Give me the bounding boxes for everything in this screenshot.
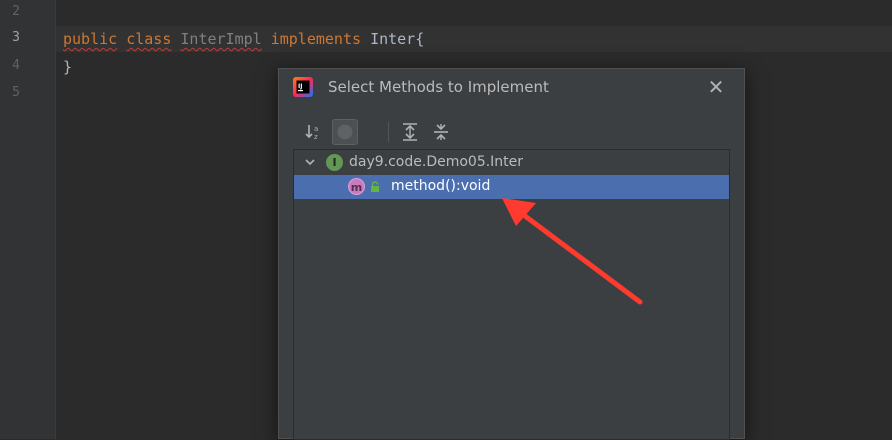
line-number-current: 3	[12, 30, 20, 45]
show-classes-toggle[interactable]	[332, 119, 358, 145]
keyword-implements: implements	[270, 30, 362, 48]
dialog-title-bar[interactable]: IJ Select Methods to Implement ✕	[279, 69, 744, 105]
line-number: 2	[12, 4, 20, 19]
methods-tree[interactable]: I day9.code.Demo05.Inter m method():void	[293, 149, 730, 440]
expand-all-button[interactable]	[397, 119, 423, 145]
interface-icon: I	[326, 154, 343, 171]
code-line-class-declaration[interactable]: public class InterImpl implements Inter{	[63, 26, 424, 52]
expand-all-icon	[403, 123, 417, 141]
chevron-down-icon[interactable]	[304, 156, 316, 168]
show-classes-icon	[337, 124, 353, 140]
svg-text:a: a	[314, 125, 318, 133]
interface-label: day9.code.Demo05.Inter	[349, 154, 524, 170]
interface-name: Inter	[370, 30, 416, 48]
open-brace: {	[415, 30, 425, 48]
line-number: 4	[12, 58, 20, 73]
collapse-all-icon	[434, 124, 448, 140]
method-label: method():void	[391, 178, 491, 194]
toolbar-separator	[388, 122, 389, 142]
close-button[interactable]: ✕	[706, 77, 726, 97]
sort-alphabetically-icon: a z	[305, 125, 318, 141]
line-number: 5	[12, 85, 20, 100]
svg-text:IJ: IJ	[298, 83, 302, 90]
svg-text:z: z	[314, 133, 318, 141]
tree-row-method[interactable]: m method():void	[294, 175, 729, 199]
class-name: InterImpl	[180, 30, 262, 48]
method-icon: m	[348, 178, 365, 195]
code-line-close-brace[interactable]: }	[63, 54, 72, 80]
keyword-class: class	[126, 30, 172, 48]
dialog-title: Select Methods to Implement	[328, 78, 549, 96]
sort-alphabetically-button[interactable]: a z	[301, 119, 327, 145]
editor-gutter: 2 3 4 5	[0, 0, 56, 439]
select-methods-dialog: IJ Select Methods to Implement ✕ a z I d…	[278, 68, 745, 440]
close-icon: ✕	[707, 75, 725, 99]
close-brace: }	[63, 58, 73, 76]
collapse-all-button[interactable]	[428, 119, 454, 145]
tree-row-interface[interactable]: I day9.code.Demo05.Inter	[294, 151, 729, 175]
dialog-toolbar: a z	[301, 119, 721, 145]
keyword-public: public	[63, 30, 118, 48]
public-access-icon	[371, 181, 379, 192]
intellij-idea-icon: IJ	[293, 77, 313, 97]
